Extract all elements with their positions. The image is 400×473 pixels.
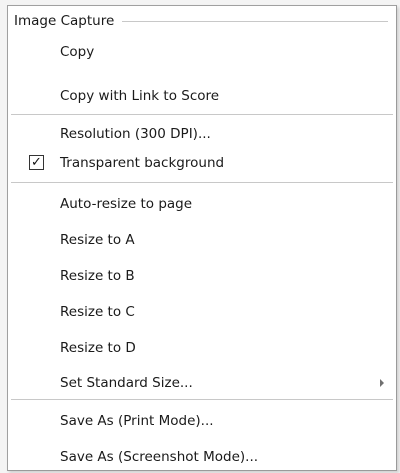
menu-item-resize-to-c[interactable]: Resize to C — [10, 298, 394, 326]
menu-item-auto-resize-to-page[interactable]: Auto-resize to page — [10, 190, 394, 218]
menu-item-copy-with-link-to-score[interactable]: Copy with Link to Score — [10, 82, 394, 110]
menu-item-label: Resize to C — [60, 304, 135, 320]
menu-separator — [11, 182, 393, 183]
menu-item-save-as-screenshot-mode[interactable]: Save As (Screenshot Mode)... — [10, 443, 394, 471]
menu-separator — [11, 399, 393, 400]
menu-item-set-standard-size[interactable]: Set Standard Size... — [10, 369, 394, 397]
image-capture-context-menu: Image Capture Copy Copy with Link to Sco… — [7, 5, 397, 471]
menu-item-resize-to-d[interactable]: Resize to D — [10, 334, 394, 362]
menu-item-label: Transparent background — [60, 155, 225, 171]
header-divider — [122, 20, 388, 22]
menu-item-transparent-background[interactable]: ✓ Transparent background — [10, 149, 394, 177]
menu-item-label: Resolution (300 DPI)... — [60, 126, 211, 142]
menu-item-save-as-print-mode[interactable]: Save As (Print Mode)... — [10, 407, 394, 435]
menu-item-label: Copy — [60, 44, 95, 60]
menu-item-label: Resize to A — [60, 232, 135, 248]
menu-item-label: Save As (Screenshot Mode)... — [60, 449, 259, 465]
checkbox-icon[interactable]: ✓ — [29, 155, 44, 170]
chevron-right-icon — [380, 379, 384, 387]
checkmark-icon: ✓ — [31, 155, 42, 170]
menu-item-resolution[interactable]: Resolution (300 DPI)... — [10, 120, 394, 148]
menu-item-copy[interactable]: Copy — [10, 38, 394, 66]
menu-separator — [11, 114, 393, 115]
menu-item-label: Save As (Print Mode)... — [60, 413, 214, 429]
menu-item-label: Set Standard Size... — [60, 375, 193, 391]
menu-item-label: Resize to B — [60, 268, 135, 284]
menu-item-resize-to-b[interactable]: Resize to B — [10, 262, 394, 290]
menu-item-label: Copy with Link to Score — [60, 88, 220, 104]
menu-item-label: Auto-resize to page — [60, 196, 193, 212]
menu-group-title: Image Capture — [14, 13, 115, 29]
menu-group-header: Image Capture — [12, 11, 392, 31]
menu-item-label: Resize to D — [60, 340, 136, 356]
menu-item-resize-to-a[interactable]: Resize to A — [10, 226, 394, 254]
